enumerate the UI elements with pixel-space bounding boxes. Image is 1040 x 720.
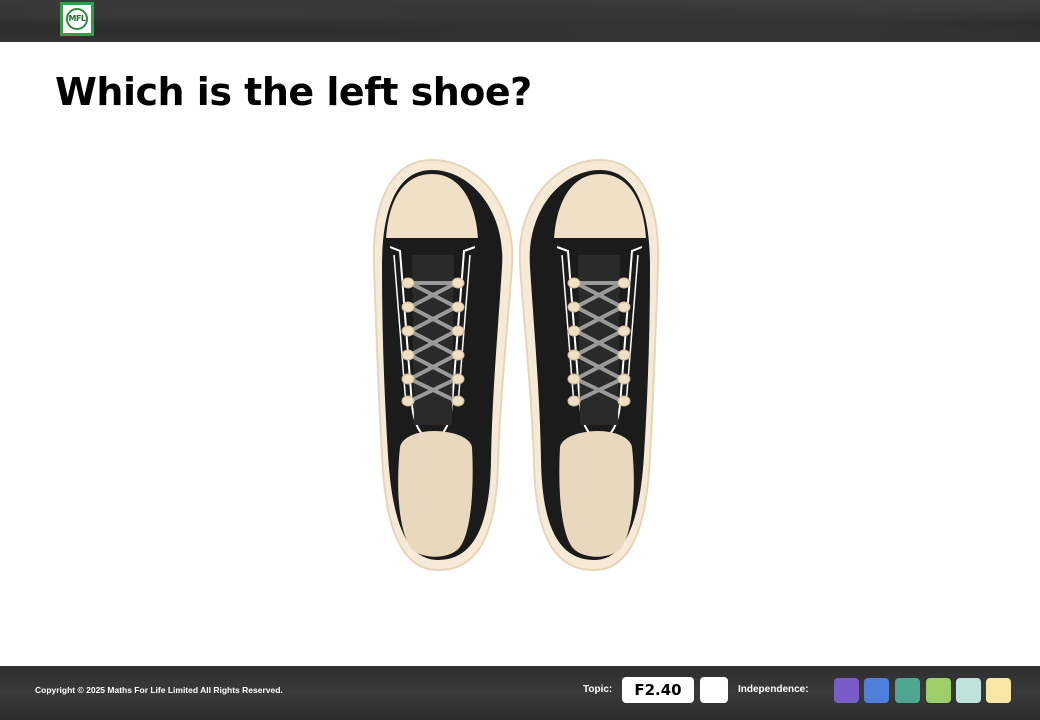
right-shoe[interactable] [517, 158, 661, 572]
logo-text: MFL [68, 14, 86, 23]
independence-square-6[interactable] [986, 678, 1011, 703]
topic-code-box: F2.40 [622, 677, 694, 703]
independence-square-5[interactable] [956, 678, 981, 703]
independence-square-2[interactable] [864, 678, 889, 703]
top-bar [0, 0, 1040, 42]
blank-box [700, 677, 728, 703]
shoes-illustration [371, 158, 661, 572]
independence-square-1[interactable] [834, 678, 859, 703]
left-shoe[interactable] [371, 158, 515, 572]
copyright-text: Copyright © 2025 Maths For Life Limited … [35, 685, 283, 695]
mfl-logo: MFL [60, 2, 94, 36]
independence-square-4[interactable] [926, 678, 951, 703]
independence-square-3[interactable] [895, 678, 920, 703]
question-title: Which is the left shoe? [55, 70, 532, 114]
topic-label: Topic: [583, 684, 613, 695]
independence-label: Independence: [738, 684, 809, 695]
